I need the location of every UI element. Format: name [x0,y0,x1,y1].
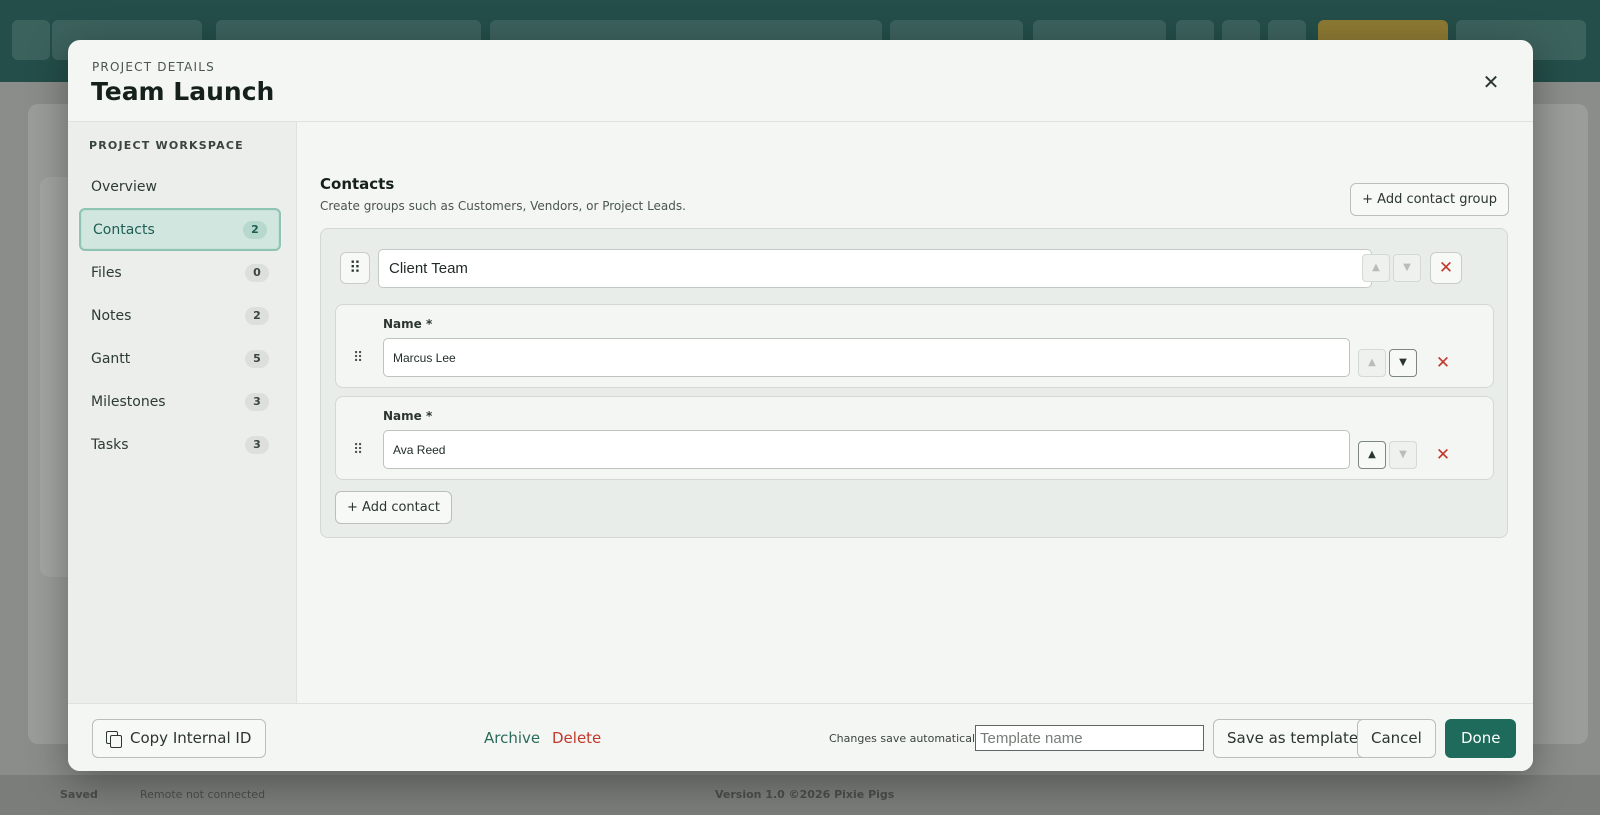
status-version: Version 1.0 ©2026 Pixie Pigs [715,788,895,801]
sidebar-item-label: Notes [91,307,132,324]
modal-title: Team Launch [91,77,275,106]
add-contact-button[interactable]: + Add contact [335,491,452,524]
count-badge: 3 [245,435,269,454]
workspace-sidebar: PROJECT WORKSPACE Overview Contacts 2 Fi… [68,122,297,703]
remove-contact-button[interactable]: ✕ [1431,443,1455,467]
group-name-input[interactable] [378,249,1372,288]
chevron-down-icon: ▼ [1399,449,1407,460]
name-field-label: Name * [383,317,433,331]
chevron-up-icon: ▲ [1372,262,1380,273]
sidebar-item-milestones[interactable]: Milestones 3 [79,380,281,423]
sidebar-item-label: Milestones [91,393,166,410]
modal-header: PROJECT DETAILS Team Launch ✕ [68,40,1533,122]
remove-group-button[interactable]: ✕ [1430,252,1462,284]
add-contact-group-button[interactable]: + Add contact group [1350,183,1509,216]
close-icon[interactable]: ✕ [1477,68,1505,96]
background-status-bar: Saved Remote not connected Version 1.0 ©… [0,775,1600,815]
move-group-up-button[interactable]: ▲ [1362,254,1390,282]
sidebar-item-files[interactable]: Files 0 [79,251,281,294]
chevron-down-icon: ▼ [1403,262,1411,273]
contact-card: ⠿ Name * ▲ ▼ ✕ [335,304,1494,388]
count-badge: 2 [243,220,267,239]
project-details-modal: PROJECT DETAILS Team Launch ✕ PROJECT WO… [68,40,1533,771]
contacts-panel: Contacts Create groups such as Customers… [297,122,1533,703]
name-field-label: Name * [383,409,433,423]
contact-group: ⠿ ▲ ▼ ✕ ⠿ Name * ▲ ▼ ✕ ⠿ Name * ▲ ▼ ✕ + [320,228,1508,538]
contact-name-input[interactable] [383,430,1350,469]
drag-handle-icon[interactable]: ⠿ [353,350,363,366]
section-description: Create groups such as Customers, Vendors… [320,199,686,213]
copy-internal-id-label: Copy Internal ID [130,729,252,747]
drag-handle-icon[interactable]: ⠿ [340,252,370,284]
contact-name-input[interactable] [383,338,1350,377]
sidebar-item-label: Overview [91,178,157,195]
save-as-template-button[interactable]: Save as template [1213,719,1373,758]
modal-eyebrow: PROJECT DETAILS [92,60,215,74]
sidebar-item-contacts[interactable]: Contacts 2 [79,208,281,251]
sidebar-item-label: Tasks [91,436,129,453]
sidebar-item-notes[interactable]: Notes 2 [79,294,281,337]
status-saved: Saved [60,788,98,801]
modal-footer: Copy Internal ID Archive Delete Changes … [68,703,1533,771]
close-icon: ✕ [1438,258,1454,278]
section-title: Contacts [320,175,395,193]
close-icon: ✕ [1435,445,1451,465]
move-contact-up-button[interactable]: ▲ [1358,349,1386,377]
sidebar-item-overview[interactable]: Overview [79,165,281,208]
move-group-down-button[interactable]: ▼ [1393,254,1421,282]
count-badge: 2 [245,306,269,325]
sidebar-item-gantt[interactable]: Gantt 5 [79,337,281,380]
cancel-button[interactable]: Cancel [1357,719,1436,758]
delete-link[interactable]: Delete [552,729,601,747]
chevron-down-icon: ▼ [1399,357,1407,368]
sidebar-heading: PROJECT WORKSPACE [89,139,244,152]
archive-link[interactable]: Archive [484,729,540,747]
drag-handle-icon[interactable]: ⠿ [353,442,363,458]
sidebar-nav: Overview Contacts 2 Files 0 Notes 2 Gant… [79,165,281,466]
sidebar-item-tasks[interactable]: Tasks 3 [79,423,281,466]
sidebar-item-label: Gantt [91,350,131,367]
copy-internal-id-button[interactable]: Copy Internal ID [92,719,267,758]
count-badge: 5 [245,349,269,368]
remove-contact-button[interactable]: ✕ [1431,351,1455,375]
move-contact-down-button[interactable]: ▼ [1389,349,1417,377]
move-contact-down-button[interactable]: ▼ [1389,441,1417,469]
count-badge: 3 [245,392,269,411]
chevron-up-icon: ▲ [1368,357,1376,368]
sidebar-item-label: Files [91,264,122,281]
sidebar-item-label: Contacts [93,221,155,238]
template-name-input[interactable] [975,725,1204,751]
autosave-text: Changes save automatically [829,732,985,745]
close-icon: ✕ [1435,353,1451,373]
chevron-up-icon: ▲ [1368,449,1376,460]
copy-icon [106,730,122,748]
contact-card: ⠿ Name * ▲ ▼ ✕ [335,396,1494,480]
count-badge: 0 [245,263,269,282]
move-contact-up-button[interactable]: ▲ [1358,441,1386,469]
done-button[interactable]: Done [1445,719,1517,758]
status-remote: Remote not connected [140,788,266,801]
